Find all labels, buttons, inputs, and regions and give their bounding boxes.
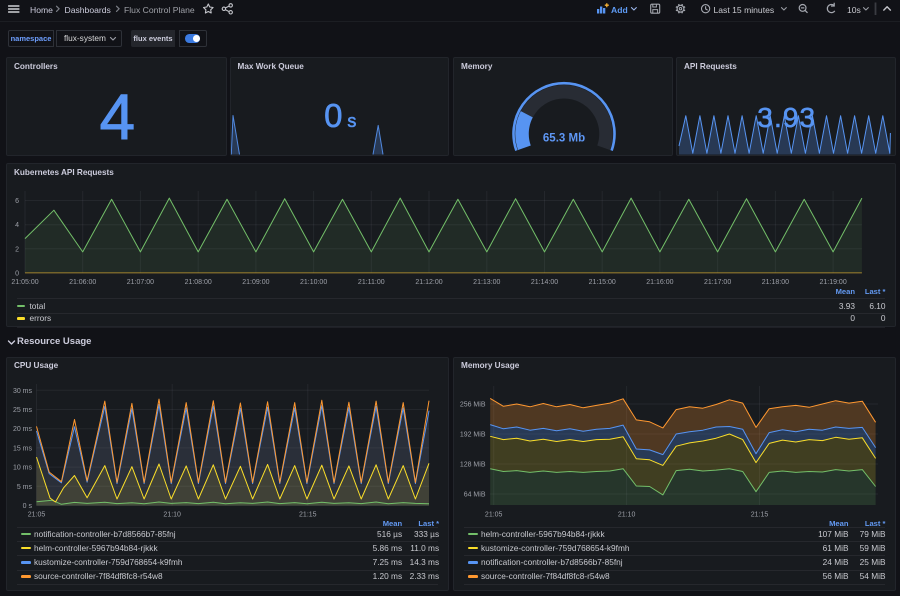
- svg-text:21:09:00: 21:09:00: [242, 279, 269, 286]
- svg-text:0: 0: [15, 271, 19, 278]
- svg-text:5 ms: 5 ms: [17, 483, 33, 490]
- svg-text:128 MiB: 128 MiB: [460, 461, 486, 468]
- svg-text:21:15:00: 21:15:00: [589, 279, 616, 286]
- svg-text:21:15: 21:15: [751, 511, 769, 518]
- svg-text:21:12:00: 21:12:00: [415, 279, 442, 286]
- svg-text:192 MiB: 192 MiB: [460, 431, 486, 438]
- svg-text:21:19:00: 21:19:00: [819, 279, 846, 286]
- svg-text:21:10: 21:10: [163, 511, 181, 518]
- svg-text:65.3 Mb: 65.3 Mb: [543, 133, 585, 145]
- svg-text:15 ms: 15 ms: [13, 445, 33, 452]
- svg-text:64 MiB: 64 MiB: [464, 491, 486, 498]
- svg-text:30 ms: 30 ms: [13, 387, 33, 394]
- svg-text:4: 4: [15, 222, 19, 229]
- svg-text:21:18:00: 21:18:00: [762, 279, 789, 286]
- svg-text:21:14:00: 21:14:00: [531, 279, 558, 286]
- svg-text:21:08:00: 21:08:00: [185, 279, 212, 286]
- svg-text:0 s: 0 s: [23, 503, 33, 510]
- svg-text:21:13:00: 21:13:00: [473, 279, 500, 286]
- svg-text:21:05: 21:05: [28, 511, 46, 518]
- svg-text:25 ms: 25 ms: [13, 407, 33, 414]
- svg-text:256 MiB: 256 MiB: [460, 401, 486, 408]
- svg-text:6: 6: [15, 198, 19, 205]
- svg-text:21:10: 21:10: [618, 511, 636, 518]
- svg-text:21:06:00: 21:06:00: [69, 279, 96, 286]
- svg-text:21:05:00: 21:05:00: [11, 279, 38, 286]
- svg-text:21:05: 21:05: [485, 511, 503, 518]
- svg-text:10 ms: 10 ms: [13, 464, 33, 471]
- svg-text:21:07:00: 21:07:00: [127, 279, 154, 286]
- svg-text:21:16:00: 21:16:00: [646, 279, 673, 286]
- svg-text:2: 2: [15, 246, 19, 253]
- svg-text:21:10:00: 21:10:00: [300, 279, 327, 286]
- svg-text:21:15: 21:15: [299, 511, 317, 518]
- svg-text:21:17:00: 21:17:00: [704, 279, 731, 286]
- svg-text:20 ms: 20 ms: [13, 426, 33, 433]
- svg-text:21:11:00: 21:11:00: [358, 279, 385, 286]
